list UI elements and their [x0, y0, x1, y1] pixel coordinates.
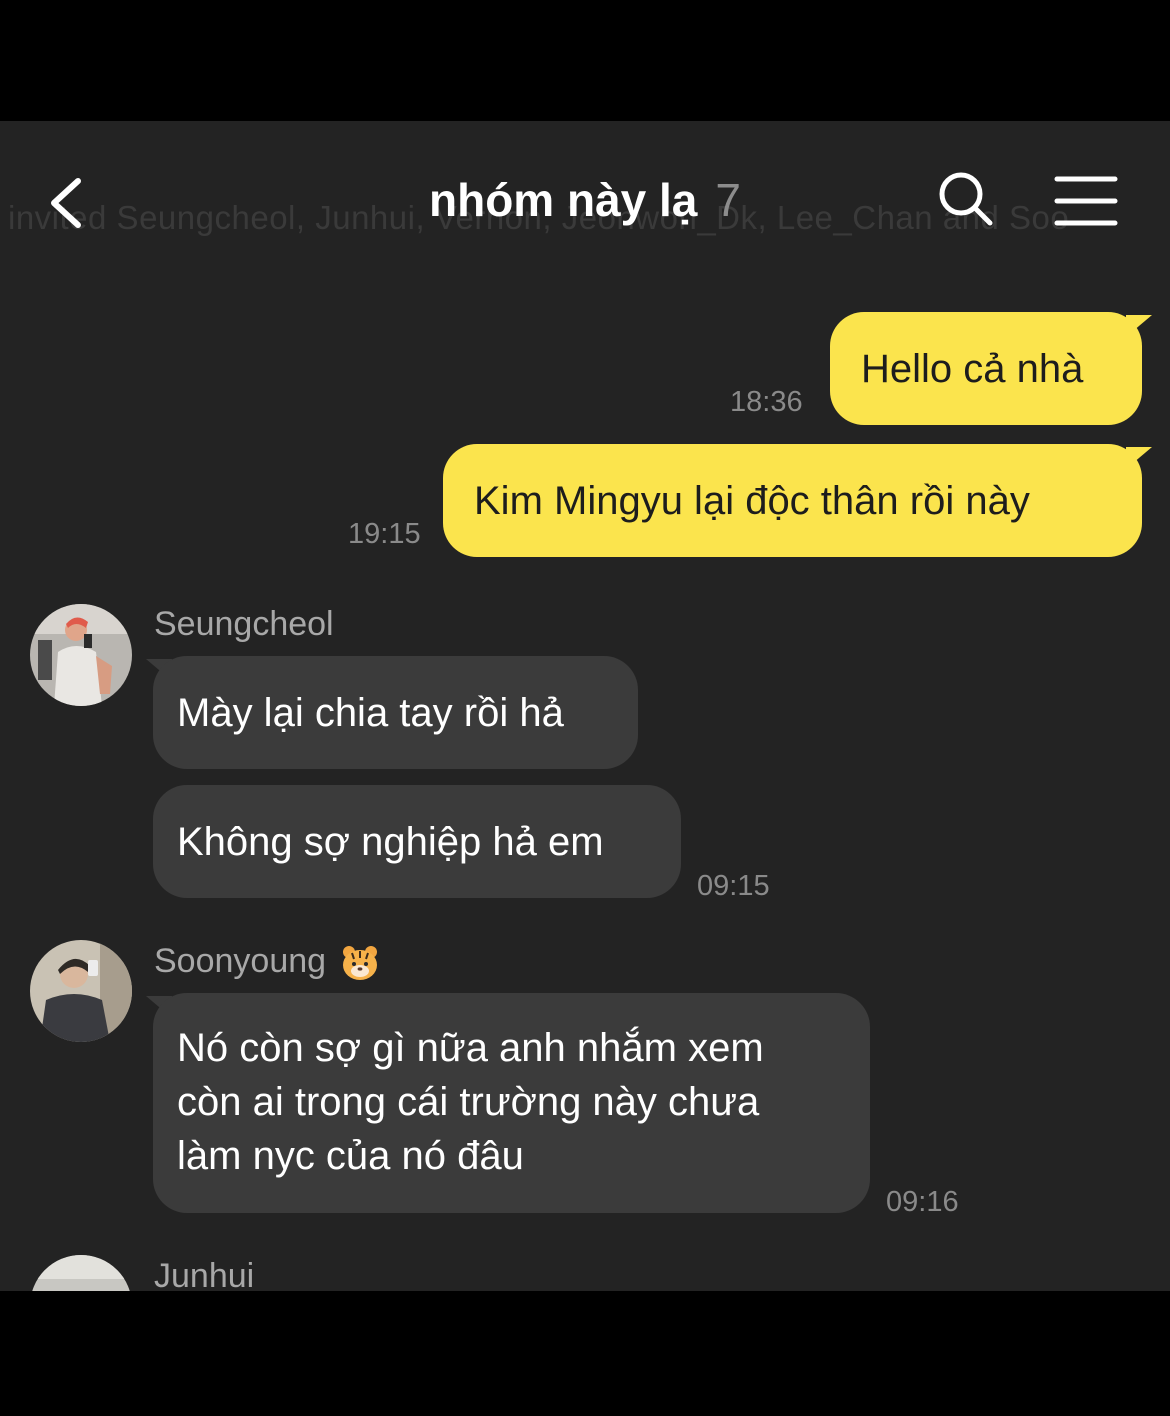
avatar-soonyoung[interactable]	[30, 940, 132, 1042]
their-message-bubble[interactable]: Mày lại chia tay rồi hả	[153, 656, 638, 769]
my-message-bubble[interactable]: Hello cả nhà	[830, 312, 1142, 425]
chat-title-text: nhóm này lạ	[429, 174, 698, 226]
their-message-bubble[interactable]: Không sợ nghiệp hả em	[153, 785, 681, 898]
sender-name: Soonyoung	[154, 942, 380, 983]
search-button[interactable]	[936, 169, 996, 229]
chat-screen: invited Seungcheol, Junhui, Vernon, Jeon…	[0, 121, 1170, 1291]
message-text-line: còn ai trong cái trường này chưa	[177, 1080, 760, 1124]
message-time: 19:15	[348, 518, 421, 550]
menu-button[interactable]	[1053, 173, 1119, 229]
message-time: 09:16	[886, 1186, 959, 1218]
avatar-image	[30, 1255, 132, 1291]
message-text-line: Nó còn sợ gì nữa anh nhắm xem	[177, 1026, 764, 1070]
message-time: 18:36	[730, 386, 803, 418]
message-text: Kim Mingyu lại độc thân rồi này	[474, 478, 1030, 523]
tiger-emoji-icon	[343, 946, 378, 981]
message-text: Mày lại chia tay rồi hả	[177, 690, 564, 735]
avatar-seungcheol[interactable]	[30, 604, 132, 706]
search-icon	[939, 172, 993, 226]
menu-icon	[1054, 176, 1118, 226]
avatar-junhui[interactable]	[30, 1255, 132, 1291]
sender-name: Seungcheol	[154, 605, 334, 643]
my-message-bubble[interactable]: Kim Mingyu lại độc thân rồi này	[443, 444, 1142, 557]
member-count: 7	[715, 174, 741, 226]
message-text: Hello cả nhà	[861, 346, 1084, 391]
message-time: 09:15	[697, 870, 770, 902]
avatar-image	[30, 604, 132, 706]
message-text: Không sợ nghiệp hả em	[177, 819, 604, 864]
their-message-bubble[interactable]: Nó còn sợ gì nữa anh nhắm xem còn ai tro…	[153, 993, 870, 1213]
sender-name: Junhui	[154, 1257, 255, 1291]
message-text-line: làm nyc của nó đâu	[177, 1134, 524, 1178]
sender-name-text: Soonyoung	[154, 942, 327, 980]
avatar-image	[30, 940, 132, 1042]
